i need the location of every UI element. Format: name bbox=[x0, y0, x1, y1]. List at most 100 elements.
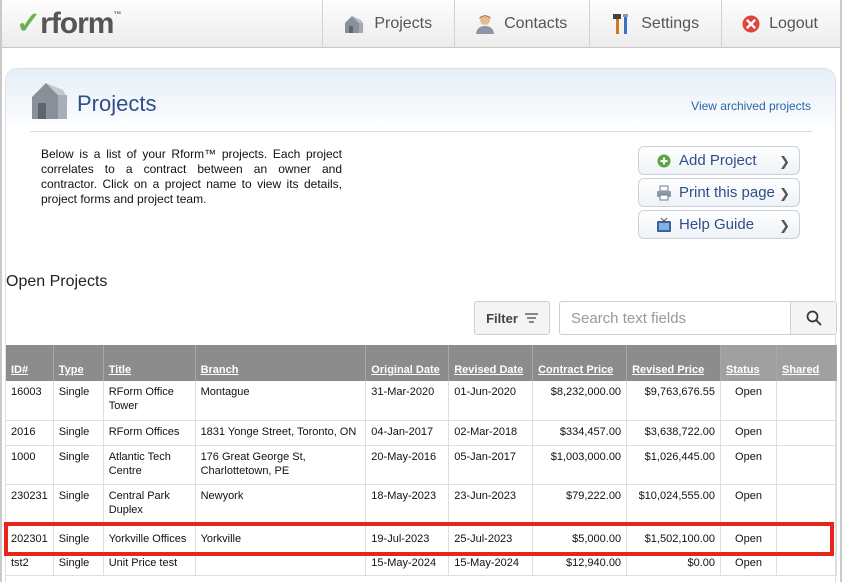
cell-original-date: 18-May-2023 bbox=[365, 484, 450, 524]
cell-original-date: 19-Jul-2023 bbox=[365, 523, 450, 554]
cell-status: Open bbox=[720, 420, 777, 446]
cell-shared bbox=[776, 484, 838, 524]
print-page-label: Print this page bbox=[679, 184, 775, 201]
column-header-original-date[interactable]: Original Date bbox=[365, 345, 450, 381]
cell-id: 202301 bbox=[6, 523, 54, 554]
close-circle-icon bbox=[742, 15, 760, 33]
tv-icon bbox=[653, 217, 675, 233]
cell-id: 1000 bbox=[6, 445, 54, 485]
cell-status: Open bbox=[720, 445, 777, 485]
column-header-id[interactable]: ID# bbox=[6, 345, 54, 381]
cell-type: Single bbox=[53, 381, 104, 421]
cell-branch: Newyork bbox=[195, 484, 367, 524]
tools-icon bbox=[610, 13, 632, 35]
chevron-right-icon: ❯ bbox=[779, 154, 790, 169]
table-row[interactable]: 16003 Single RForm Office Tower Montague… bbox=[6, 381, 838, 421]
column-header-title[interactable]: Title bbox=[103, 345, 196, 381]
cell-revised-price: $0.00 bbox=[626, 553, 722, 576]
column-header-contract-price[interactable]: Contract Price bbox=[532, 345, 628, 381]
cell-contract-price: $12,940.00 bbox=[532, 553, 628, 576]
logo-check-mark: ✓ bbox=[16, 7, 41, 40]
view-archived-projects-link[interactable]: View archived projects bbox=[691, 99, 811, 113]
filter-lines-icon bbox=[524, 313, 538, 323]
cell-title[interactable]: RForm Office Tower bbox=[103, 381, 196, 421]
plus-circle-icon bbox=[653, 154, 675, 168]
cell-status: Open bbox=[720, 553, 777, 576]
search-box bbox=[559, 301, 837, 335]
open-projects-table: ID# Type Title Branch Original Date Revi… bbox=[6, 345, 838, 576]
table-header-row: ID# Type Title Branch Original Date Revi… bbox=[6, 345, 838, 381]
cell-contract-price: $8,232,000.00 bbox=[532, 381, 628, 421]
help-guide-label: Help Guide bbox=[679, 216, 755, 233]
table-row[interactable]: 230231 Single Central Park Duplex Newyor… bbox=[6, 484, 838, 524]
chevron-right-icon: ❯ bbox=[779, 218, 790, 233]
cell-title[interactable]: Unit Price test bbox=[103, 553, 196, 576]
cell-shared bbox=[776, 381, 838, 421]
cell-original-date: 20-May-2016 bbox=[365, 445, 450, 485]
nav-logout-label: Logout bbox=[769, 15, 818, 32]
column-header-status[interactable]: Status bbox=[720, 345, 777, 381]
column-header-branch[interactable]: Branch bbox=[195, 345, 367, 381]
cell-title[interactable]: RForm Offices bbox=[103, 420, 196, 446]
cell-branch: 1831 Yonge Street, Toronto, ON bbox=[195, 420, 367, 446]
cell-type: Single bbox=[53, 523, 104, 554]
house-icon bbox=[343, 13, 365, 35]
help-guide-button[interactable]: Help Guide ❯ bbox=[638, 210, 800, 239]
logo-text: rform bbox=[40, 7, 114, 40]
person-icon bbox=[475, 13, 495, 35]
printer-icon bbox=[653, 185, 675, 201]
cell-original-date: 04-Jan-2017 bbox=[365, 420, 450, 446]
cell-contract-price: $79,222.00 bbox=[532, 484, 628, 524]
nav-contacts-label: Contacts bbox=[504, 15, 568, 32]
cell-branch: Yorkville bbox=[195, 523, 367, 554]
cell-revised-price: $10,024,555.00 bbox=[626, 484, 722, 524]
cell-shared bbox=[776, 445, 838, 485]
cell-original-date: 15-May-2024 bbox=[365, 553, 450, 576]
intro-text: Below is a list of your Rform™ projects.… bbox=[41, 147, 342, 206]
cell-id: 230231 bbox=[6, 484, 54, 524]
logo-trademark: ™ bbox=[113, 10, 121, 19]
column-header-type[interactable]: Type bbox=[53, 345, 104, 381]
table-row[interactable]: 1000 Single Atlantic Tech Centre 176 Gre… bbox=[6, 445, 838, 485]
add-project-label: Add Project bbox=[679, 152, 757, 169]
cell-title[interactable]: Central Park Duplex bbox=[103, 484, 196, 524]
column-header-shared[interactable]: Shared bbox=[776, 345, 838, 381]
nav-settings-label: Settings bbox=[641, 15, 700, 32]
table-row[interactable]: 202301 Single Yorkville Offices Yorkvill… bbox=[6, 523, 838, 554]
search-input[interactable] bbox=[560, 302, 790, 334]
search-icon bbox=[806, 310, 822, 326]
cell-contract-price: $334,457.00 bbox=[532, 420, 628, 446]
open-projects-heading: Open Projects bbox=[6, 273, 108, 290]
cell-revised-price: $3,638,722.00 bbox=[626, 420, 722, 446]
cell-status: Open bbox=[720, 523, 777, 554]
filter-button[interactable]: Filter bbox=[474, 301, 550, 335]
cell-id: tst2 bbox=[6, 553, 54, 576]
nav-projects[interactable]: Projects bbox=[322, 0, 454, 48]
table-row[interactable]: tst2 Single Unit Price test 15-May-2024 … bbox=[6, 553, 838, 576]
projects-panel: Projects View archived projects Below is… bbox=[5, 68, 838, 582]
print-page-button[interactable]: Print this page ❯ bbox=[638, 178, 800, 207]
cell-type: Single bbox=[53, 484, 104, 524]
cell-id: 16003 bbox=[6, 381, 54, 421]
nav-contacts[interactable]: Contacts bbox=[454, 0, 589, 48]
column-header-revised-price[interactable]: Revised Price bbox=[626, 345, 722, 381]
nav-settings[interactable]: Settings bbox=[589, 0, 721, 48]
cell-type: Single bbox=[53, 420, 104, 446]
cell-revised-price: $1,502,100.00 bbox=[626, 523, 722, 554]
table-row[interactable]: 2016 Single RForm Offices 1831 Yonge Str… bbox=[6, 420, 838, 446]
cell-revised-date: 23-Jun-2023 bbox=[448, 484, 534, 524]
nav-logout[interactable]: Logout bbox=[721, 0, 840, 48]
cell-title[interactable]: Atlantic Tech Centre bbox=[103, 445, 196, 485]
search-button[interactable] bbox=[790, 302, 836, 334]
column-header-revised-date[interactable]: Revised Date bbox=[448, 345, 534, 381]
main-nav: Projects Contacts Settings Logout bbox=[322, 0, 840, 48]
chevron-right-icon: ❯ bbox=[779, 186, 790, 201]
rform-logo[interactable]: ✓rform™ bbox=[16, 6, 121, 41]
cell-shared bbox=[776, 523, 838, 554]
cell-status: Open bbox=[720, 381, 777, 421]
cell-original-date: 31-Mar-2020 bbox=[365, 381, 450, 421]
cell-type: Single bbox=[53, 445, 104, 485]
add-project-button[interactable]: Add Project ❯ bbox=[638, 146, 800, 175]
cell-id: 2016 bbox=[6, 420, 54, 446]
cell-title[interactable]: Yorkville Offices bbox=[103, 523, 196, 554]
